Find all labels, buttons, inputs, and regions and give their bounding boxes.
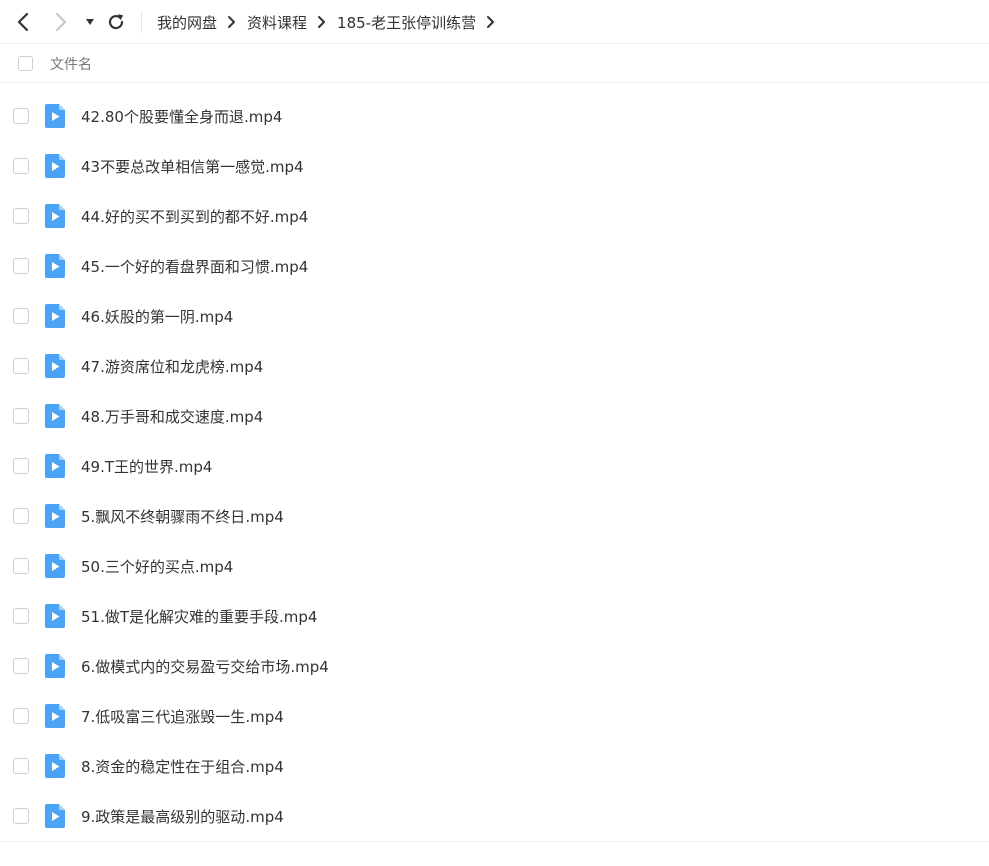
file-checkbox[interactable] xyxy=(13,358,29,374)
file-checkbox[interactable] xyxy=(13,558,29,574)
file-checkbox[interactable] xyxy=(13,508,29,524)
file-checkbox[interactable] xyxy=(13,258,29,274)
file-row[interactable]: 46.妖股的第一阴.mp4 xyxy=(0,291,989,341)
file-row[interactable]: 6.做模式内的交易盈亏交给市场.mp4 xyxy=(0,641,989,691)
breadcrumb: 我的网盘 资料课程 185-老王张停训练营 xyxy=(157,0,506,44)
file-row[interactable]: 45.一个好的看盘界面和习惯.mp4 xyxy=(0,241,989,291)
video-file-icon xyxy=(45,554,65,578)
file-row[interactable]: 49.T王的世界.mp4 xyxy=(0,441,989,491)
video-file-icon xyxy=(45,304,65,328)
file-name[interactable]: 8.资金的稳定性在于组合.mp4 xyxy=(81,756,284,777)
history-dropdown-button[interactable] xyxy=(78,8,102,36)
file-checkbox[interactable] xyxy=(13,808,29,824)
file-name[interactable]: 45.一个好的看盘界面和习惯.mp4 xyxy=(81,256,308,277)
file-checkbox[interactable] xyxy=(13,108,29,124)
file-checkbox[interactable] xyxy=(13,408,29,424)
breadcrumb-item-my-drive[interactable]: 我的网盘 xyxy=(157,12,217,33)
file-name[interactable]: 9.政策是最高级别的驱动.mp4 xyxy=(81,806,284,827)
file-list-header: 文件名 xyxy=(0,45,989,83)
video-file-icon xyxy=(45,804,65,828)
file-row[interactable]: 44.好的买不到买到的都不好.mp4 xyxy=(0,191,989,241)
file-name[interactable]: 6.做模式内的交易盈亏交给市场.mp4 xyxy=(81,656,329,677)
back-button[interactable] xyxy=(9,8,37,36)
file-checkbox[interactable] xyxy=(13,208,29,224)
file-row[interactable]: 8.资金的稳定性在于组合.mp4 xyxy=(0,741,989,791)
video-file-icon xyxy=(45,454,65,478)
video-file-icon xyxy=(45,604,65,628)
file-row[interactable]: 7.低吸富三代追涨毁一生.mp4 xyxy=(0,691,989,741)
refresh-icon xyxy=(108,14,124,30)
file-list: 42.80个股要懂全身而退.mp4 43不要总改单相信第一感觉.mp4 44.好的买… xyxy=(0,91,989,841)
chevron-right-icon xyxy=(487,16,495,28)
video-file-icon xyxy=(45,404,65,428)
toolbar: 我的网盘 资料课程 185-老王张停训练营 xyxy=(0,0,989,44)
breadcrumb-item-course-materials[interactable]: 资料课程 xyxy=(247,12,307,33)
file-checkbox[interactable] xyxy=(13,658,29,674)
file-row[interactable]: 42.80个股要懂全身而退.mp4 xyxy=(0,91,989,141)
breadcrumb-item-current-folder[interactable]: 185-老王张停训练营 xyxy=(337,12,476,33)
file-checkbox[interactable] xyxy=(13,708,29,724)
breadcrumb-expand[interactable] xyxy=(476,12,506,32)
chevron-right-icon xyxy=(318,16,326,28)
toolbar-divider xyxy=(141,11,142,33)
video-file-icon xyxy=(45,204,65,228)
file-name[interactable]: 47.游资席位和龙虎榜.mp4 xyxy=(81,356,263,377)
file-row[interactable]: 9.政策是最高级别的驱动.mp4 xyxy=(0,791,989,841)
file-name[interactable]: 51.做T是化解灾难的重要手段.mp4 xyxy=(81,606,317,627)
file-name[interactable]: 5.飘风不终朝骤雨不终日.mp4 xyxy=(81,506,284,527)
breadcrumb-separator xyxy=(307,12,337,32)
file-row[interactable]: 43不要总改单相信第一感觉.mp4 xyxy=(0,141,989,191)
file-name[interactable]: 49.T王的世界.mp4 xyxy=(81,456,212,477)
file-row[interactable]: 48.万手哥和成交速度.mp4 xyxy=(0,391,989,441)
file-checkbox[interactable] xyxy=(13,158,29,174)
chevron-right-icon xyxy=(55,12,67,32)
file-checkbox[interactable] xyxy=(13,458,29,474)
file-name[interactable]: 43不要总改单相信第一感觉.mp4 xyxy=(81,156,304,177)
file-row[interactable]: 50.三个好的买点.mp4 xyxy=(0,541,989,591)
list-bottom-divider xyxy=(0,841,989,842)
file-checkbox[interactable] xyxy=(13,308,29,324)
file-manager-window: 我的网盘 资料课程 185-老王张停训练营 文件名 42.80个股要懂全身而退.… xyxy=(0,0,989,866)
file-checkbox[interactable] xyxy=(13,608,29,624)
video-file-icon xyxy=(45,154,65,178)
file-name[interactable]: 7.低吸富三代追涨毁一生.mp4 xyxy=(81,706,284,727)
file-name[interactable]: 42.80个股要懂全身而退.mp4 xyxy=(81,106,282,127)
video-file-icon xyxy=(45,754,65,778)
chevron-left-icon xyxy=(17,12,29,32)
file-row[interactable]: 47.游资席位和龙虎榜.mp4 xyxy=(0,341,989,391)
video-file-icon xyxy=(45,354,65,378)
video-file-icon xyxy=(45,254,65,278)
column-header-filename[interactable]: 文件名 xyxy=(50,54,92,74)
forward-button[interactable] xyxy=(47,8,75,36)
breadcrumb-separator xyxy=(217,12,247,32)
chevron-right-icon xyxy=(228,16,236,28)
file-row[interactable]: 51.做T是化解灾难的重要手段.mp4 xyxy=(0,591,989,641)
file-name[interactable]: 48.万手哥和成交速度.mp4 xyxy=(81,406,263,427)
video-file-icon xyxy=(45,654,65,678)
file-name[interactable]: 44.好的买不到买到的都不好.mp4 xyxy=(81,206,308,227)
file-name[interactable]: 50.三个好的买点.mp4 xyxy=(81,556,233,577)
video-file-icon xyxy=(45,504,65,528)
video-file-icon xyxy=(45,704,65,728)
file-row[interactable]: 5.飘风不终朝骤雨不终日.mp4 xyxy=(0,491,989,541)
refresh-button[interactable] xyxy=(102,8,130,36)
video-file-icon xyxy=(45,104,65,128)
file-checkbox[interactable] xyxy=(13,758,29,774)
caret-down-icon xyxy=(86,19,94,25)
file-name[interactable]: 46.妖股的第一阴.mp4 xyxy=(81,306,233,327)
select-all-checkbox[interactable] xyxy=(18,56,33,71)
